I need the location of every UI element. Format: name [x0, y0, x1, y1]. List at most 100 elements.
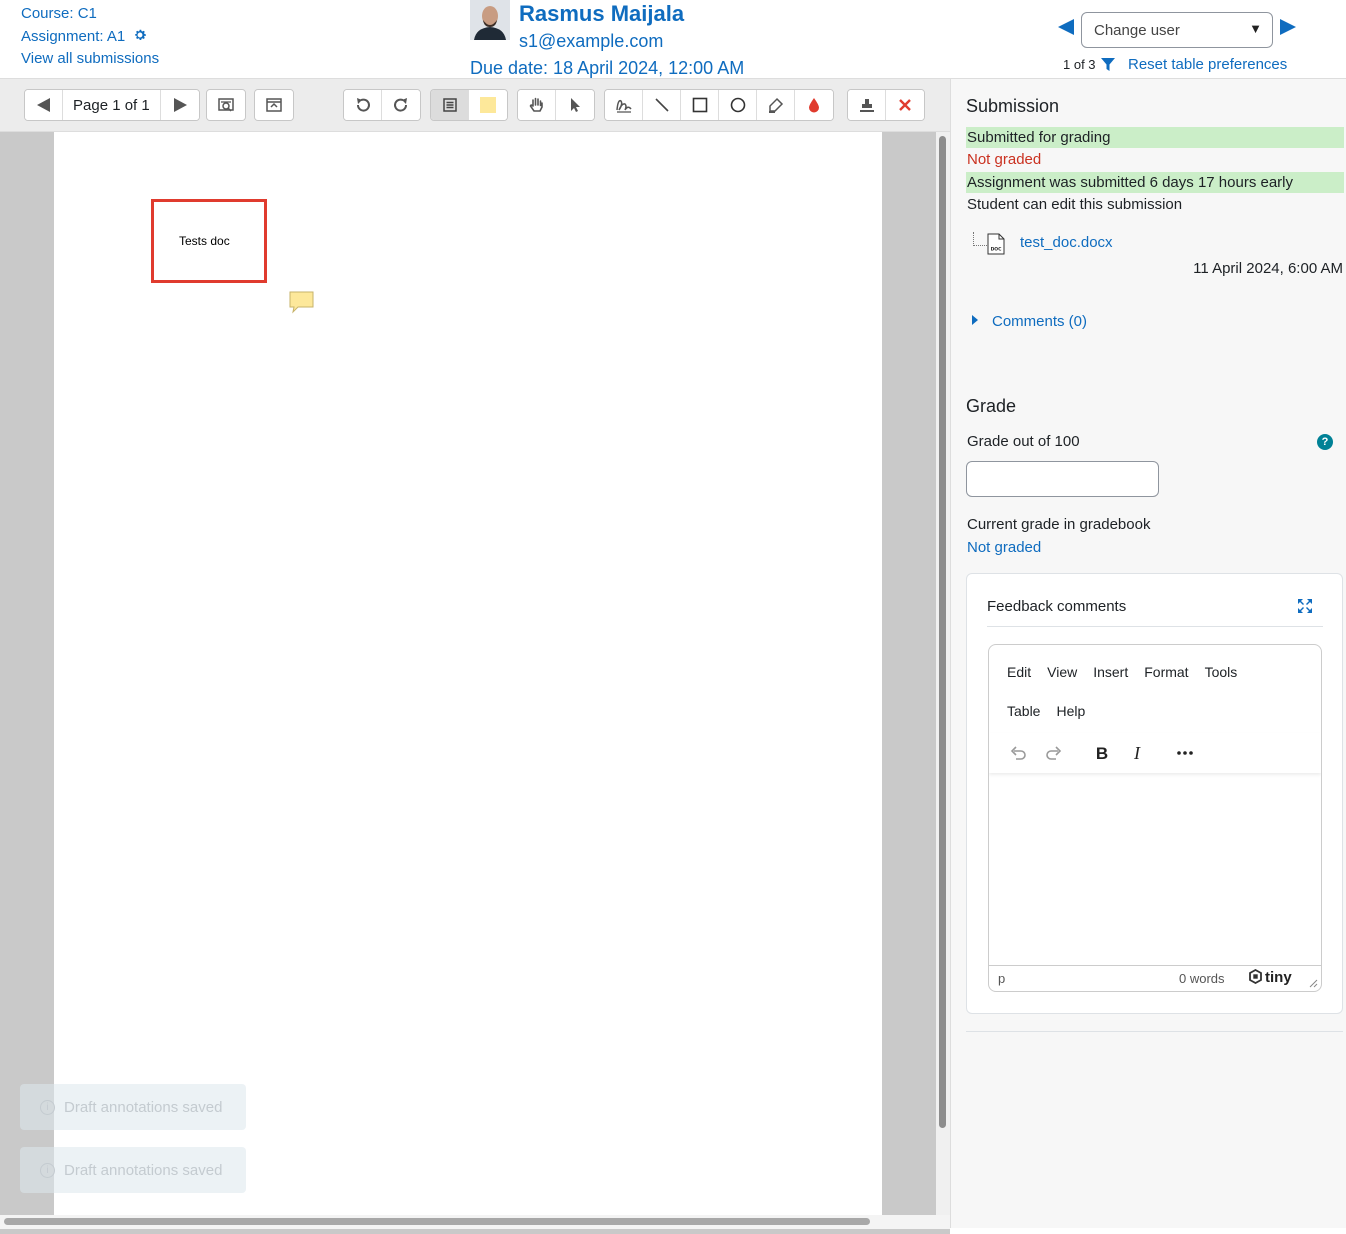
highlight-tool-button[interactable]	[757, 90, 795, 120]
view-all-submissions-link[interactable]: View all submissions	[21, 50, 159, 67]
menu-view[interactable]: View	[1039, 653, 1085, 692]
grade-heading: Grade	[966, 396, 1017, 416]
expand-icon[interactable]	[1297, 598, 1313, 614]
horizontal-scrollbar[interactable]	[0, 1215, 950, 1229]
rotate-right-icon	[394, 98, 408, 112]
editor-menubar: Edit View Insert Format Tools Table Help	[989, 645, 1321, 731]
rectangle-icon	[692, 97, 707, 113]
next-user-icon[interactable]	[1279, 18, 1297, 36]
gear-icon[interactable]	[133, 28, 147, 42]
svg-text:DOC: DOC	[991, 247, 1003, 253]
vertical-scrollbar[interactable]	[936, 132, 950, 1215]
help-icon[interactable]: ?	[1317, 434, 1333, 450]
stamp-tool-button[interactable]	[848, 90, 886, 120]
word-count[interactable]: 0 words	[1179, 971, 1225, 986]
bold-button[interactable]: B	[1090, 741, 1114, 765]
toast-text: Draft annotations saved	[64, 1161, 223, 1179]
hand-icon	[529, 97, 543, 112]
color-drop-icon	[809, 98, 819, 113]
annotation-toolbar: Page 1 of 1	[0, 79, 950, 132]
user-email[interactable]: s1@example.com	[519, 31, 663, 52]
grading-panel: Submission Submitted for grading Not gra…	[950, 78, 1346, 1228]
tiny-brand: tiny	[1265, 969, 1292, 986]
grade-label: Grade out of 100	[967, 433, 1080, 450]
menu-tools[interactable]: Tools	[1197, 653, 1246, 692]
user-name[interactable]: Rasmus Maijala	[519, 1, 684, 27]
edit-status: Student can edit this submission	[967, 196, 1183, 213]
menu-format[interactable]: Format	[1136, 653, 1196, 692]
avatar[interactable]	[470, 0, 510, 40]
search-comments-button[interactable]	[207, 90, 245, 120]
element-path[interactable]: p	[998, 971, 1005, 986]
menu-help[interactable]: Help	[1048, 692, 1093, 731]
grade-input[interactable]	[966, 461, 1159, 497]
editor-content-area[interactable]	[989, 773, 1321, 966]
assignment-link[interactable]: Assignment: A1	[21, 28, 125, 45]
redo-button[interactable]	[1042, 741, 1066, 765]
color-swatch-icon	[480, 97, 496, 113]
select-tool-button[interactable]	[556, 90, 594, 120]
menu-insert[interactable]: Insert	[1085, 653, 1136, 692]
comments-link[interactable]: Comments (0)	[992, 313, 1087, 330]
pan-tool-button[interactable]	[518, 90, 556, 120]
more-button[interactable]	[1173, 741, 1197, 765]
comment-colour-button[interactable]	[469, 90, 507, 120]
pen-tool-button[interactable]	[605, 90, 643, 120]
current-grade-link[interactable]: Not graded	[966, 537, 1086, 558]
change-user-select[interactable]: Change user ▼	[1081, 12, 1273, 48]
file-link[interactable]: test_doc.docx	[1020, 234, 1113, 251]
reset-table-preferences-link[interactable]: Reset table preferences	[1128, 56, 1287, 73]
menu-table[interactable]: Table	[999, 692, 1048, 731]
pen-scribble-icon	[615, 99, 632, 113]
document-viewport[interactable]: Tests doc	[0, 132, 934, 1215]
italic-button[interactable]: I	[1125, 741, 1149, 765]
menu-edit[interactable]: Edit	[999, 653, 1039, 692]
line-tool-button[interactable]	[643, 90, 681, 120]
previous-user-icon[interactable]	[1057, 18, 1075, 36]
document-file-icon: DOC	[987, 233, 1005, 255]
previous-page-button[interactable]	[25, 90, 63, 120]
document-page[interactable]: Tests doc	[54, 132, 882, 1215]
triangle-right-icon	[173, 98, 187, 112]
circle-icon	[730, 97, 745, 113]
grading-status: Not graded	[967, 151, 1042, 168]
divider	[987, 626, 1323, 627]
grader-header: Course: C1 Assignment: A1 View all submi…	[0, 0, 1346, 78]
tiny-logo[interactable]: tiny	[1248, 968, 1292, 986]
redo-icon	[1046, 746, 1062, 760]
rectangle-annotation[interactable]: Tests doc	[151, 199, 267, 283]
undo-button[interactable]	[1006, 741, 1030, 765]
current-grade-label: Current grade in gradebook	[967, 516, 1151, 533]
submission-status: Submitted for grading	[966, 127, 1344, 148]
comment-bubble-icon[interactable]	[289, 290, 315, 316]
collapse-icon	[266, 98, 282, 112]
search-comments-group	[206, 89, 246, 121]
stamp-delete-tools	[847, 89, 925, 121]
feedback-comments-card: Feedback comments Edit View Insert Format To…	[966, 573, 1343, 1014]
tiny-logo-icon	[1249, 968, 1262, 985]
rotate-left-button[interactable]	[344, 90, 382, 120]
oval-tool-button[interactable]	[719, 90, 757, 120]
comments-toggle[interactable]: Comments (0)	[972, 313, 1087, 330]
course-link[interactable]: Course: C1	[21, 5, 97, 22]
rich-text-editor: Edit View Insert Format Tools Table Help B I	[988, 644, 1322, 992]
rotate-left-icon	[356, 98, 370, 112]
next-page-button[interactable]	[160, 90, 199, 120]
divider	[966, 1031, 1343, 1032]
resize-handle-icon[interactable]	[1308, 978, 1318, 988]
annotation-colour-button[interactable]	[795, 90, 833, 120]
svg-text:B: B	[1096, 744, 1108, 763]
due-date: Due date: 18 April 2024, 12:00 AM	[470, 58, 745, 78]
expand-comments-button[interactable]	[255, 90, 293, 120]
filter-icon[interactable]	[1101, 58, 1115, 72]
draft-saved-toast: i Draft annotations saved	[20, 1147, 246, 1193]
rotate-right-button[interactable]	[382, 90, 420, 120]
italic-icon: I	[1133, 743, 1141, 763]
submitted-file: DOC test_doc.docx	[971, 230, 1341, 260]
delete-annotation-button[interactable]	[886, 90, 924, 120]
page-select[interactable]: Page 1 of 1	[63, 90, 161, 120]
timing-status: Assignment was submitted 6 days 17 hours…	[966, 172, 1344, 193]
comment-tool-button[interactable]	[431, 90, 469, 120]
more-dots-icon	[1177, 751, 1193, 755]
rectangle-tool-button[interactable]	[681, 90, 719, 120]
